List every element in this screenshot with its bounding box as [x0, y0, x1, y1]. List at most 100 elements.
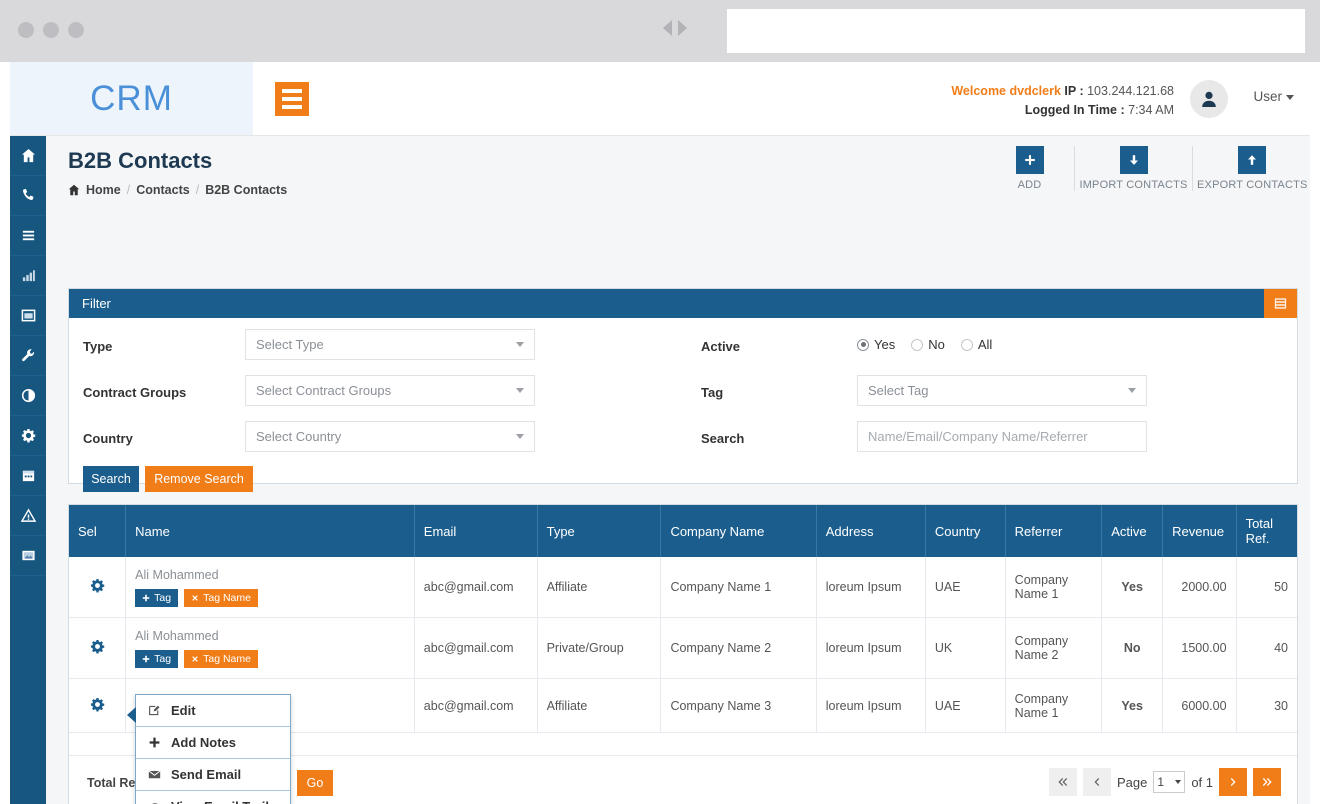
- sidebar-item-reports[interactable]: [10, 256, 46, 296]
- double-chevron-right-icon: [1262, 777, 1272, 787]
- sidebar-item-tools[interactable]: [10, 336, 46, 376]
- country-select[interactable]: Select Country: [245, 421, 535, 452]
- active-option-yes[interactable]: Yes: [857, 337, 895, 352]
- user-dropdown[interactable]: User: [1253, 89, 1294, 104]
- column-header-revenue[interactable]: Revenue: [1162, 505, 1237, 557]
- avatar[interactable]: [1190, 80, 1228, 118]
- cell-address: loreum Ipsum: [816, 617, 926, 679]
- cell-revenue[interactable]: 2000.00: [1162, 557, 1237, 618]
- plus-icon: [1015, 146, 1044, 174]
- cell-total-ref[interactable]: 30: [1236, 678, 1297, 733]
- column-header-type[interactable]: Type: [537, 505, 662, 557]
- context-menu-item-add-notes[interactable]: Add Notes: [136, 727, 290, 759]
- crm-application: CRM Welcome dvdclerk IP : 103.244.121.68…: [10, 62, 1310, 804]
- cell-country: UAE: [925, 557, 1006, 618]
- browser-chrome: [0, 0, 1320, 62]
- forward-icon[interactable]: [678, 20, 687, 36]
- active-option-no-label: No: [928, 337, 945, 352]
- previous-page-button[interactable]: [1082, 768, 1111, 796]
- sidebar-item-calls[interactable]: [10, 176, 46, 216]
- hamburger-bar: [282, 105, 302, 109]
- sidebar-item-alerts[interactable]: [10, 496, 46, 536]
- context-menu-item-view-email-trail[interactable]: View Email Trail: [136, 791, 290, 804]
- filter-panel-title: Filter: [82, 296, 111, 311]
- edit-icon: [147, 704, 162, 717]
- pagination: Page 1 of 1: [1048, 768, 1281, 796]
- go-button[interactable]: Go: [297, 770, 333, 796]
- column-header-total-ref[interactable]: Total Ref.: [1236, 505, 1297, 557]
- sidebar-item-media[interactable]: [10, 536, 46, 576]
- breadcrumb-separator: /: [126, 183, 131, 197]
- remove-search-button[interactable]: Remove Search: [145, 466, 253, 492]
- gear-icon: [90, 639, 104, 654]
- export-contacts-button[interactable]: EXPORT CONTACTS: [1192, 146, 1310, 191]
- envelope-icon: [147, 768, 162, 781]
- sidebar-item-home[interactable]: [10, 136, 46, 176]
- cell-referrer: Company Name 2: [1005, 617, 1103, 679]
- row-action-gear[interactable]: [69, 678, 127, 733]
- next-page-button[interactable]: [1219, 768, 1247, 796]
- sidebar-item-calendar[interactable]: [10, 456, 46, 496]
- page-select[interactable]: 1: [1153, 771, 1186, 793]
- chevron-down-icon: [1128, 388, 1136, 393]
- last-page-button[interactable]: [1253, 768, 1281, 796]
- cell-revenue[interactable]: 1500.00: [1162, 617, 1237, 679]
- sidebar-item-settings[interactable]: [10, 416, 46, 456]
- breadcrumb-item-contacts[interactable]: Contacts: [136, 183, 189, 197]
- cell-total-ref[interactable]: 50: [1236, 557, 1297, 618]
- tag-chip-label: Tag Name: [203, 592, 251, 604]
- tag-chip[interactable]: Tag Name: [184, 650, 258, 668]
- back-icon[interactable]: [663, 20, 672, 36]
- import-contacts-button[interactable]: IMPORT CONTACTS: [1074, 146, 1192, 191]
- image-icon: [21, 550, 35, 561]
- tag-chip[interactable]: Tag Name: [184, 589, 258, 607]
- arrow-up-icon: [1237, 146, 1266, 174]
- add-tag-button[interactable]: Tag: [135, 589, 179, 607]
- radio-icon: [960, 338, 973, 351]
- breadcrumb-item-home[interactable]: Home: [86, 183, 121, 197]
- context-menu-item-edit[interactable]: Edit: [136, 695, 290, 727]
- search-input[interactable]: Name/Email/Company Name/Referrer: [857, 421, 1147, 452]
- column-header-country[interactable]: Country: [925, 505, 1006, 557]
- grid-list-icon[interactable]: [1264, 289, 1297, 318]
- cell-company: Company Name 1: [660, 557, 817, 618]
- row-action-gear[interactable]: [69, 557, 127, 618]
- cell-total-ref[interactable]: 40: [1236, 617, 1297, 679]
- row-context-menu: Edit Add Notes Send Email View Email Tra…: [127, 694, 291, 804]
- column-header-name[interactable]: Name: [125, 505, 415, 557]
- column-header-company-name[interactable]: Company Name: [660, 505, 817, 557]
- tag-select[interactable]: Select Tag: [857, 375, 1147, 406]
- column-header-referrer[interactable]: Referrer: [1005, 505, 1103, 557]
- cell-name: Ali Mohammed Tag Tag Name: [125, 617, 415, 679]
- sidebar-item-layouts[interactable]: [10, 296, 46, 336]
- column-header-active[interactable]: Active: [1101, 505, 1164, 557]
- column-header-email[interactable]: Email: [414, 505, 538, 557]
- search-button[interactable]: Search: [83, 466, 139, 492]
- window-close-dot[interactable]: [18, 22, 34, 38]
- sidebar-item-theme[interactable]: [10, 376, 46, 416]
- hamburger-icon[interactable]: [275, 82, 309, 116]
- chevron-right-icon: [1230, 777, 1236, 787]
- column-header-address[interactable]: Address: [816, 505, 926, 557]
- add-button[interactable]: ADD: [985, 146, 1074, 191]
- tag-select-value: Select Tag: [868, 383, 929, 398]
- sidebar-item-lists[interactable]: [10, 216, 46, 256]
- context-menu-item-send-email[interactable]: Send Email: [136, 759, 290, 791]
- add-tag-button[interactable]: Tag: [135, 650, 179, 668]
- row-action-gear[interactable]: [69, 617, 127, 679]
- filter-panel-body: Type Select Type Contract Groups Select …: [69, 318, 1297, 492]
- type-select[interactable]: Select Type: [245, 329, 535, 360]
- login-time-line: Logged In Time : 7:34 AM: [951, 101, 1174, 120]
- cell-revenue[interactable]: 6000.00: [1162, 678, 1237, 733]
- first-page-button[interactable]: [1048, 768, 1077, 796]
- active-option-no[interactable]: No: [911, 337, 945, 352]
- address-bar[interactable]: [727, 9, 1305, 53]
- chevron-down-icon: [516, 342, 524, 347]
- table-row: Ali Mohammed Tag Tag Name abc@gmail.com …: [69, 557, 1297, 618]
- window-maximize-dot[interactable]: [68, 22, 84, 38]
- contract-groups-select[interactable]: Select Contract Groups: [245, 375, 535, 406]
- window-minimize-dot[interactable]: [43, 22, 59, 38]
- column-header-sel[interactable]: Sel: [69, 505, 127, 557]
- active-option-all[interactable]: All: [960, 337, 992, 352]
- cell-type: Affiliate: [537, 678, 662, 733]
